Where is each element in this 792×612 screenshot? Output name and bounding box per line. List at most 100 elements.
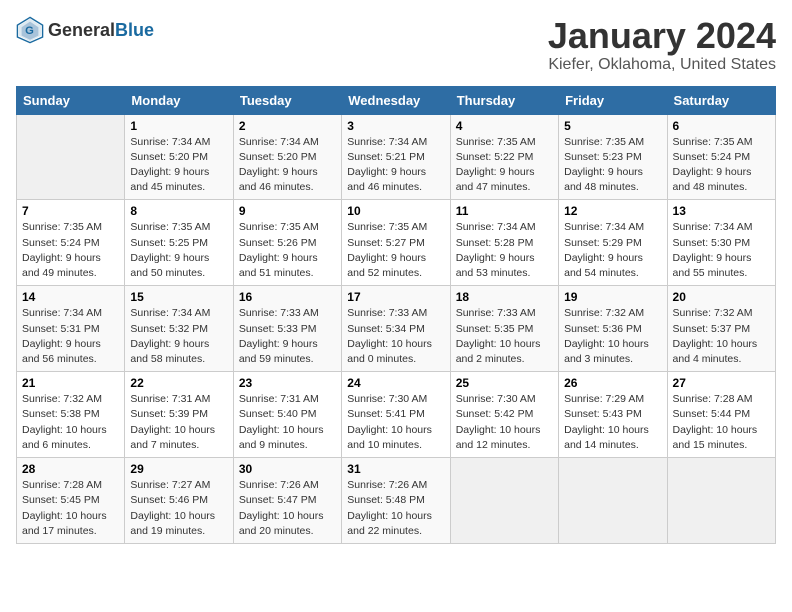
calendar-cell: 1 Sunrise: 7:34 AM Sunset: 5:20 PM Daylig… — [125, 114, 233, 200]
header-thursday: Thursday — [450, 86, 558, 114]
logo-blue-text: Blue — [115, 20, 154, 41]
calendar-cell — [450, 458, 558, 544]
day-number: 25 — [456, 376, 553, 390]
logo-general-text: General — [48, 20, 115, 41]
day-number: 14 — [22, 290, 119, 304]
calendar-cell: 27 Sunrise: 7:28 AM Sunset: 5:44 PM Dayli… — [667, 372, 775, 458]
day-info: Sunrise: 7:30 AM Sunset: 5:41 PM Dayligh… — [347, 392, 444, 453]
day-info: Sunrise: 7:31 AM Sunset: 5:39 PM Dayligh… — [130, 392, 227, 453]
calendar-cell: 17 Sunrise: 7:33 AM Sunset: 5:34 PM Dayli… — [342, 286, 450, 372]
day-number: 17 — [347, 290, 444, 304]
day-number: 1 — [130, 119, 227, 133]
calendar-cell: 11Sunrise: 7:34 AM Sunset: 5:28 PM Dayli… — [450, 200, 558, 286]
day-info: Sunrise: 7:35 AM Sunset: 5:24 PM Dayligh… — [673, 135, 770, 196]
day-info: Sunrise: 7:34 AM Sunset: 5:20 PM Dayligh… — [130, 135, 227, 196]
calendar-cell: 23 Sunrise: 7:31 AM Sunset: 5:40 PM Dayli… — [233, 372, 341, 458]
day-number: 20 — [673, 290, 770, 304]
day-info: Sunrise: 7:35 AM Sunset: 5:25 PM Dayligh… — [130, 220, 227, 281]
calendar-cell: 15 Sunrise: 7:34 AM Sunset: 5:32 PM Dayli… — [125, 286, 233, 372]
day-number: 15 — [130, 290, 227, 304]
day-info: Sunrise: 7:34 AM Sunset: 5:21 PM Dayligh… — [347, 135, 444, 196]
day-number: 13 — [673, 204, 770, 218]
day-info: Sunrise: 7:28 AM Sunset: 5:45 PM Dayligh… — [22, 478, 119, 539]
day-number: 23 — [239, 376, 336, 390]
header-tuesday: Tuesday — [233, 86, 341, 114]
day-info: Sunrise: 7:34 AM Sunset: 5:32 PM Dayligh… — [130, 306, 227, 367]
day-number: 2 — [239, 119, 336, 133]
day-info: Sunrise: 7:34 AM Sunset: 5:28 PM Dayligh… — [456, 220, 553, 281]
svg-text:G: G — [25, 25, 34, 37]
calendar-cell: 29Sunrise: 7:27 AM Sunset: 5:46 PM Dayli… — [125, 458, 233, 544]
day-number: 21 — [22, 376, 119, 390]
week-row-2: 7Sunrise: 7:35 AM Sunset: 5:24 PM Daylig… — [17, 200, 776, 286]
calendar-cell: 21 Sunrise: 7:32 AM Sunset: 5:38 PM Dayli… — [17, 372, 125, 458]
week-row-5: 28 Sunrise: 7:28 AM Sunset: 5:45 PM Dayli… — [17, 458, 776, 544]
week-row-1: 1 Sunrise: 7:34 AM Sunset: 5:20 PM Daylig… — [17, 114, 776, 200]
page-header: G General Blue January 2024 Kiefer, Okla… — [16, 16, 776, 74]
day-info: Sunrise: 7:32 AM Sunset: 5:37 PM Dayligh… — [673, 306, 770, 367]
day-info: Sunrise: 7:26 AM Sunset: 5:48 PM Dayligh… — [347, 478, 444, 539]
week-row-3: 14 Sunrise: 7:34 AM Sunset: 5:31 PM Dayli… — [17, 286, 776, 372]
calendar-cell: 5 Sunrise: 7:35 AM Sunset: 5:23 PM Daylig… — [559, 114, 667, 200]
day-info: Sunrise: 7:35 AM Sunset: 5:27 PM Dayligh… — [347, 220, 444, 281]
calendar-cell: 26Sunrise: 7:29 AM Sunset: 5:43 PM Dayli… — [559, 372, 667, 458]
day-number: 12 — [564, 204, 661, 218]
day-info: Sunrise: 7:34 AM Sunset: 5:30 PM Dayligh… — [673, 220, 770, 281]
day-number: 19 — [564, 290, 661, 304]
day-info: Sunrise: 7:35 AM Sunset: 5:26 PM Dayligh… — [239, 220, 336, 281]
calendar-cell: 25 Sunrise: 7:30 AM Sunset: 5:42 PM Dayli… — [450, 372, 558, 458]
calendar-cell: 3Sunrise: 7:34 AM Sunset: 5:21 PM Daylig… — [342, 114, 450, 200]
day-info: Sunrise: 7:32 AM Sunset: 5:36 PM Dayligh… — [564, 306, 661, 367]
day-number: 9 — [239, 204, 336, 218]
day-number: 26 — [564, 376, 661, 390]
header-saturday: Saturday — [667, 86, 775, 114]
calendar-cell: 20 Sunrise: 7:32 AM Sunset: 5:37 PM Dayli… — [667, 286, 775, 372]
day-number: 18 — [456, 290, 553, 304]
calendar-cell: 2 Sunrise: 7:34 AM Sunset: 5:20 PM Daylig… — [233, 114, 341, 200]
day-info: Sunrise: 7:31 AM Sunset: 5:40 PM Dayligh… — [239, 392, 336, 453]
logo-icon: G — [16, 16, 44, 44]
day-number: 30 — [239, 462, 336, 476]
day-info: Sunrise: 7:27 AM Sunset: 5:46 PM Dayligh… — [130, 478, 227, 539]
calendar-title: January 2024 — [548, 16, 776, 56]
calendar-cell: 18 Sunrise: 7:33 AM Sunset: 5:35 PM Dayli… — [450, 286, 558, 372]
calendar-cell: 19 Sunrise: 7:32 AM Sunset: 5:36 PM Dayli… — [559, 286, 667, 372]
day-info: Sunrise: 7:34 AM Sunset: 5:20 PM Dayligh… — [239, 135, 336, 196]
day-info: Sunrise: 7:33 AM Sunset: 5:35 PM Dayligh… — [456, 306, 553, 367]
calendar-cell: 8Sunrise: 7:35 AM Sunset: 5:25 PM Daylig… — [125, 200, 233, 286]
day-info: Sunrise: 7:33 AM Sunset: 5:33 PM Dayligh… — [239, 306, 336, 367]
day-number: 16 — [239, 290, 336, 304]
week-row-4: 21 Sunrise: 7:32 AM Sunset: 5:38 PM Dayli… — [17, 372, 776, 458]
day-number: 7 — [22, 204, 119, 218]
day-number: 10 — [347, 204, 444, 218]
day-info: Sunrise: 7:26 AM Sunset: 5:47 PM Dayligh… — [239, 478, 336, 539]
day-number: 27 — [673, 376, 770, 390]
day-info: Sunrise: 7:34 AM Sunset: 5:31 PM Dayligh… — [22, 306, 119, 367]
header-wednesday: Wednesday — [342, 86, 450, 114]
day-number: 22 — [130, 376, 227, 390]
calendar-cell: 10 Sunrise: 7:35 AM Sunset: 5:27 PM Dayli… — [342, 200, 450, 286]
calendar-cell: 22 Sunrise: 7:31 AM Sunset: 5:39 PM Dayli… — [125, 372, 233, 458]
header-sunday: Sunday — [17, 86, 125, 114]
day-number: 28 — [22, 462, 119, 476]
calendar-subtitle: Kiefer, Oklahoma, United States — [548, 56, 776, 74]
calendar-table: SundayMondayTuesdayWednesdayThursdayFrid… — [16, 86, 776, 544]
day-number: 4 — [456, 119, 553, 133]
day-info: Sunrise: 7:34 AM Sunset: 5:29 PM Dayligh… — [564, 220, 661, 281]
day-info: Sunrise: 7:35 AM Sunset: 5:23 PM Dayligh… — [564, 135, 661, 196]
header-monday: Monday — [125, 86, 233, 114]
day-number: 6 — [673, 119, 770, 133]
day-info: Sunrise: 7:30 AM Sunset: 5:42 PM Dayligh… — [456, 392, 553, 453]
day-info: Sunrise: 7:33 AM Sunset: 5:34 PM Dayligh… — [347, 306, 444, 367]
day-number: 5 — [564, 119, 661, 133]
day-info: Sunrise: 7:28 AM Sunset: 5:44 PM Dayligh… — [673, 392, 770, 453]
day-info: Sunrise: 7:35 AM Sunset: 5:22 PM Dayligh… — [456, 135, 553, 196]
day-number: 31 — [347, 462, 444, 476]
calendar-cell: 9 Sunrise: 7:35 AM Sunset: 5:26 PM Daylig… — [233, 200, 341, 286]
day-number: 24 — [347, 376, 444, 390]
day-info: Sunrise: 7:32 AM Sunset: 5:38 PM Dayligh… — [22, 392, 119, 453]
calendar-cell: 7Sunrise: 7:35 AM Sunset: 5:24 PM Daylig… — [17, 200, 125, 286]
title-block: January 2024 Kiefer, Oklahoma, United St… — [548, 16, 776, 74]
calendar-cell: 16 Sunrise: 7:33 AM Sunset: 5:33 PM Dayli… — [233, 286, 341, 372]
calendar-cell: 14 Sunrise: 7:34 AM Sunset: 5:31 PM Dayli… — [17, 286, 125, 372]
